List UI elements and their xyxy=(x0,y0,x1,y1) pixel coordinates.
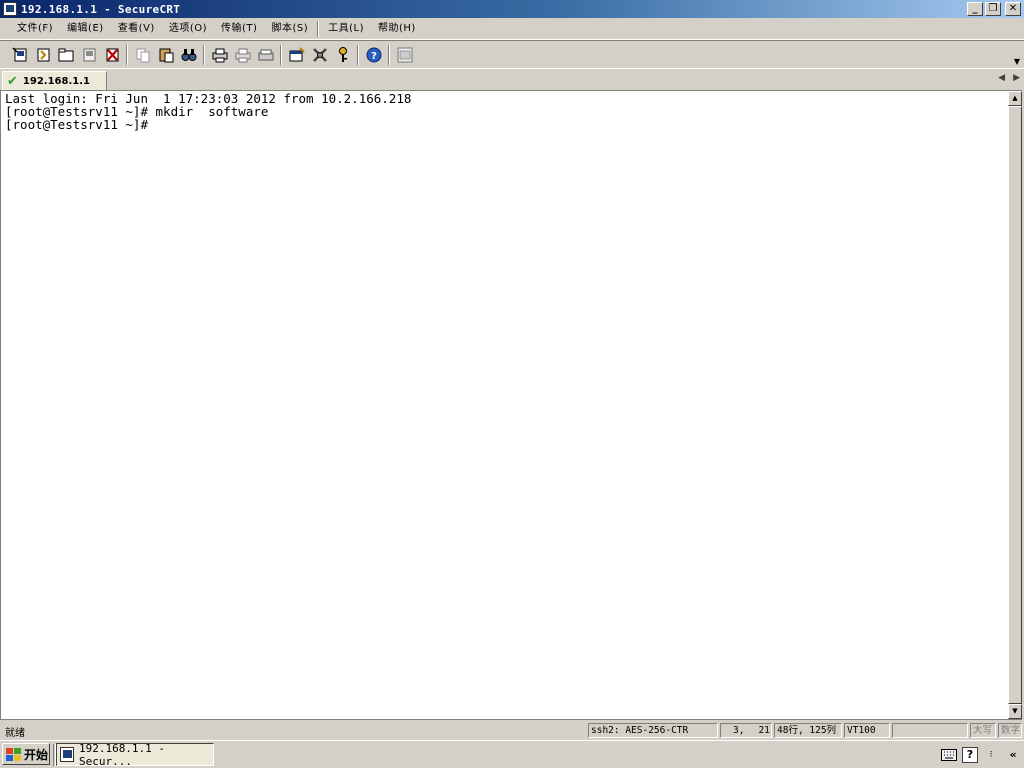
status-caps-lock: 大写 xyxy=(970,723,996,738)
tray-dots-icon[interactable]: ⁝ xyxy=(982,746,1000,764)
terminal-scrollbar[interactable]: ▲ ▼ xyxy=(1008,90,1022,720)
menu-transfer[interactable]: 传输(T) xyxy=(214,20,264,38)
global-options-icon[interactable] xyxy=(308,44,331,66)
status-emulation: VT100 xyxy=(844,723,890,738)
connected-check-icon: ✔ xyxy=(7,74,18,89)
title-bar: 192.168.1.1 - SecureCRT _ ❐ ✕ xyxy=(0,0,1024,18)
menu-separator xyxy=(317,20,320,37)
help-tray-icon[interactable]: ? xyxy=(962,746,978,763)
tab-scroll-right-icon[interactable]: ▶ xyxy=(1013,73,1020,83)
keyboard-icon[interactable] xyxy=(940,746,958,764)
copy-icon[interactable] xyxy=(131,44,154,66)
taskbar: 开始 192.168.1.1 - Secur... ? ⁝ « xyxy=(0,740,1024,768)
menu-bar: 文件(F) 编辑(E) 查看(V) 选项(O) 传输(T) 脚本(S) 工具(L… xyxy=(0,18,1024,40)
menu-help[interactable]: 帮助(H) xyxy=(371,20,423,38)
sftp-icon[interactable] xyxy=(393,44,416,66)
scroll-down-icon[interactable]: ▼ xyxy=(1008,704,1022,719)
status-terminal-size: 48行, 125列 xyxy=(774,723,842,738)
status-cursor-position: 3, 21 xyxy=(720,723,772,738)
session-tab-strip: ✔ 192.168.1.1 ◀ ▶ xyxy=(0,68,1024,91)
status-bar: 就绪 ssh2: AES-256-CTR 3, 21 48行, 125列 VT10… xyxy=(0,721,1024,740)
connect-icon[interactable] xyxy=(8,44,31,66)
svg-text:?: ? xyxy=(371,51,377,62)
session-tab[interactable]: ✔ 192.168.1.1 xyxy=(2,71,107,91)
status-num-lock: 数字 xyxy=(998,723,1022,738)
terminal-output[interactable]: Last login: Fri Jun 1 17:23:03 2012 from… xyxy=(0,90,1008,720)
session-options-icon[interactable] xyxy=(285,44,308,66)
print-selection-icon[interactable] xyxy=(231,44,254,66)
connect-in-tab-icon[interactable] xyxy=(54,44,77,66)
toolbar: ? ▼ xyxy=(0,40,1024,68)
taskbar-window-label: 192.168.1.1 - Secur... xyxy=(78,741,166,768)
menu-script[interactable]: 脚本(S) xyxy=(264,20,315,38)
scroll-thumb[interactable] xyxy=(1008,106,1022,704)
toolbar-overflow-icon[interactable]: ▼ xyxy=(1014,57,1020,66)
status-row: 3, xyxy=(733,725,745,736)
tab-navigation: ◀ ▶ xyxy=(998,73,1020,83)
toolbar-separator xyxy=(280,44,282,65)
status-col: 21 xyxy=(758,725,770,736)
disconnect-icon[interactable] xyxy=(100,44,123,66)
print-icon[interactable] xyxy=(208,44,231,66)
status-cipher: ssh2: AES-256-CTR xyxy=(588,723,718,738)
system-tray: ? ⁝ « xyxy=(936,743,1022,766)
start-button[interactable]: 开始 xyxy=(2,743,50,765)
securecrt-taskbar-icon xyxy=(60,747,74,762)
session-tab-label: 192.168.1.1 xyxy=(22,76,90,87)
status-ready: 就绪 xyxy=(5,728,25,739)
scroll-up-icon[interactable]: ▲ xyxy=(1008,91,1022,106)
securecrt-app-icon[interactable] xyxy=(3,2,17,16)
toolbar-separator xyxy=(357,44,359,65)
minimize-button[interactable]: _ xyxy=(967,2,983,16)
toolbar-separator xyxy=(203,44,205,65)
terminal-line: [root@Testsrv11 ~]# mkdir software xyxy=(5,104,269,119)
start-label: 开始 xyxy=(24,747,49,762)
menu-view[interactable]: 查看(V) xyxy=(111,20,162,38)
window-title: 192.168.1.1 - SecureCRT xyxy=(21,2,181,16)
taskbar-window-button[interactable]: 192.168.1.1 - Secur... xyxy=(56,741,214,768)
menu-file[interactable]: 文件(F) xyxy=(10,20,60,38)
status-empty-cell xyxy=(892,723,968,738)
help-icon[interactable]: ? xyxy=(362,44,385,66)
tray-collapse-icon[interactable]: « xyxy=(1004,746,1022,764)
paste-icon[interactable] xyxy=(154,44,177,66)
window-controls: _ ❐ ✕ xyxy=(967,2,1021,16)
keymap-icon[interactable] xyxy=(331,44,354,66)
menu-tools[interactable]: 工具(L) xyxy=(321,20,371,38)
tab-scroll-left-icon[interactable]: ◀ xyxy=(998,73,1005,83)
menu-edit[interactable]: 编辑(E) xyxy=(60,20,111,38)
restore-button[interactable]: ❐ xyxy=(985,2,1001,16)
terminal-line: [root@Testsrv11 ~]# xyxy=(5,117,148,132)
quick-connect-icon[interactable] xyxy=(31,44,54,66)
menu-options[interactable]: 选项(O) xyxy=(162,20,214,38)
close-button[interactable]: ✕ xyxy=(1005,2,1021,16)
toolbar-separator xyxy=(126,44,128,65)
print-setup-icon[interactable] xyxy=(254,44,277,66)
reconnect-icon[interactable] xyxy=(77,44,100,66)
toolbar-separator xyxy=(388,44,390,65)
windows-logo-icon xyxy=(6,747,21,761)
find-icon[interactable] xyxy=(177,44,200,66)
